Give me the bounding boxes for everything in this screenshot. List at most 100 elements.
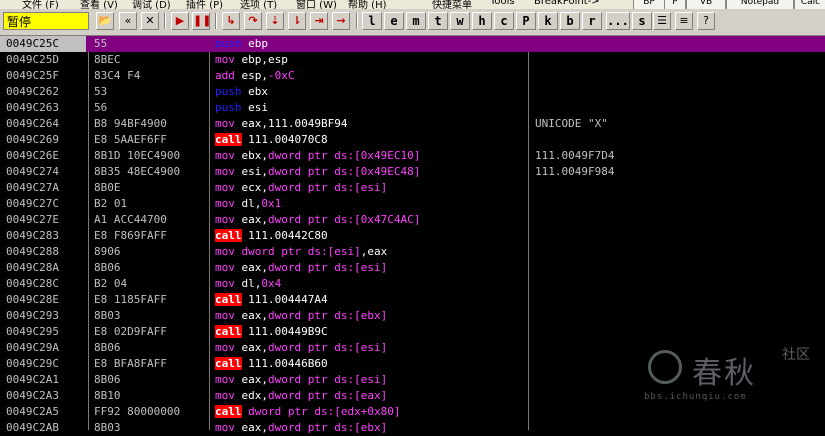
disassembly-row[interactable]: 0049C263 56 push esi bbox=[0, 100, 825, 116]
help-icon[interactable]: ? bbox=[697, 12, 715, 30]
row-address: 0049C2A3 bbox=[6, 389, 59, 402]
watermark-side: 社区 bbox=[782, 347, 810, 363]
window-button-l[interactable]: l bbox=[362, 12, 382, 30]
instruction-operand: dword ptr ds:[esi] bbox=[268, 261, 388, 274]
instruction-operand: eax,111.0049BF94 bbox=[241, 117, 348, 130]
menu-shortcut-button[interactable]: BP bbox=[633, 0, 665, 9]
row-hex-bytes: E8 F869FAFF bbox=[94, 229, 167, 242]
toolbar-separator bbox=[356, 13, 358, 29]
row-hex-bytes: 55 bbox=[94, 37, 108, 50]
row-address: 0049C28C bbox=[6, 277, 59, 290]
step-into-icon[interactable]: ↳ bbox=[222, 12, 240, 30]
row-address: 0049C28A bbox=[6, 261, 59, 274]
open-icon[interactable]: 📂 bbox=[96, 12, 114, 30]
instruction-mnemonic: push bbox=[215, 37, 242, 50]
window-button-h[interactable]: h bbox=[472, 12, 492, 30]
disassembly-row[interactable]: 0049C28E E8 1185FAFF call 111.004447A4 bbox=[0, 292, 825, 308]
disassembly-row[interactable]: 0049C295 E8 02D9FAFF call 111.00449B9C bbox=[0, 324, 825, 340]
row-address: 0049C2AB bbox=[6, 421, 59, 434]
menu-item[interactable]: BreakPoint-> bbox=[534, 0, 600, 7]
menu-item[interactable]: 调试 (D) bbox=[132, 0, 171, 9]
disassembly-row[interactable]: 0049C25D 8BEC mov ebp,esp bbox=[0, 52, 825, 68]
menu-item[interactable]: 文件 (F) bbox=[22, 0, 59, 9]
instruction-operand: dword ptr ds:[esi] bbox=[241, 245, 361, 258]
instruction-operand: ebx bbox=[248, 85, 268, 98]
execute-till-return-icon[interactable]: ⇥ bbox=[310, 12, 328, 30]
disassembly-row[interactable]: 0049C28A 8B06 mov eax,dword ptr ds:[esi] bbox=[0, 260, 825, 276]
menu-shortcut-button[interactable]: VB bbox=[686, 0, 726, 9]
row-disassembly: mov dl,0x4 bbox=[215, 276, 281, 292]
disassembly-row[interactable]: 0049C27C B2 01 mov dl,0x1 bbox=[0, 196, 825, 212]
menu-item[interactable]: 插件 (P) bbox=[186, 0, 223, 9]
disassembly-row[interactable]: 0049C25C 55 push ebp bbox=[0, 36, 825, 52]
row-disassembly: mov eax,dword ptr ds:[esi] bbox=[215, 340, 387, 356]
menu-item[interactable]: Tools bbox=[490, 0, 515, 7]
instruction-operand: ebp bbox=[248, 37, 268, 50]
window-button-more[interactable]: ... bbox=[606, 12, 630, 30]
trace-into-icon[interactable]: ⇣ bbox=[266, 12, 284, 30]
instruction-mnemonic: mov bbox=[215, 213, 235, 226]
window-button-m[interactable]: m bbox=[406, 12, 426, 30]
disassembly-row[interactable]: 0049C2AB 8B03 mov eax,dword ptr ds:[ebx] bbox=[0, 420, 825, 436]
menu-item[interactable]: 窗口 (W) bbox=[296, 0, 337, 9]
window-button-t[interactable]: t bbox=[428, 12, 448, 30]
run-icon[interactable]: ▶ bbox=[171, 12, 189, 30]
watermark-brand: 春秋 bbox=[692, 356, 756, 391]
window-button-s[interactable]: s bbox=[632, 12, 652, 30]
menu-shortcut-button[interactable]: P bbox=[664, 0, 686, 9]
pause-icon[interactable]: ❚❚ bbox=[192, 12, 211, 30]
instruction-mnemonic: call bbox=[215, 133, 242, 146]
disassembly-row[interactable]: 0049C262 53 push ebx bbox=[0, 84, 825, 100]
instruction-mnemonic: call bbox=[215, 357, 242, 370]
window-button-r[interactable]: r bbox=[582, 12, 602, 30]
row-disassembly: mov eax,dword ptr ds:[esi] bbox=[215, 260, 387, 276]
window-button-w[interactable]: w bbox=[450, 12, 470, 30]
row-disassembly: add esp,-0xC bbox=[215, 68, 295, 84]
menu-item[interactable]: 快捷菜单 bbox=[432, 0, 472, 9]
row-hex-bytes: FF92 80000000 bbox=[94, 405, 181, 418]
menu-item[interactable]: 选项 (T) bbox=[240, 0, 277, 9]
instruction-operand: dword ptr ds:[ebx] bbox=[268, 421, 388, 434]
disassembly-row[interactable]: 0049C293 8B03 mov eax,dword ptr ds:[ebx] bbox=[0, 308, 825, 324]
toolbar-separator bbox=[215, 13, 217, 29]
options-icon[interactable]: ☰ bbox=[653, 12, 671, 30]
disassembly-row[interactable]: 0049C269 E8 5AAEF6FF call 111.004070C8 bbox=[0, 132, 825, 148]
instruction-operand: dword ptr ds:[ebx] bbox=[268, 309, 388, 322]
restart-icon[interactable]: « bbox=[119, 12, 137, 30]
disassembly-row[interactable]: 0049C28C B2 04 mov dl,0x4 bbox=[0, 276, 825, 292]
row-address: 0049C27C bbox=[6, 197, 59, 210]
brand-logo-icon bbox=[648, 350, 682, 384]
disassembly-row[interactable]: 0049C27E A1 ACC44700 mov eax,dword ptr ds:… bbox=[0, 212, 825, 228]
window-button-k[interactable]: k bbox=[538, 12, 558, 30]
menu-shortcut-button[interactable]: Calc bbox=[794, 0, 825, 9]
window-button-p[interactable]: P bbox=[516, 12, 536, 30]
disassembly-row[interactable]: 0049C274 8B35 48EC4900 mov esi,dword ptr d… bbox=[0, 164, 825, 180]
menu-item[interactable]: 查看 (V) bbox=[80, 0, 118, 9]
window-button-c[interactable]: c bbox=[494, 12, 514, 30]
window-button-e[interactable]: e bbox=[384, 12, 404, 30]
list-icon[interactable]: ≡ bbox=[675, 12, 693, 30]
instruction-operand: ,eax bbox=[360, 245, 388, 258]
window-button-b[interactable]: b bbox=[560, 12, 580, 30]
menu-bar: 文件 (F) 查看 (V) 调试 (D) 插件 (P) 选项 (T) 窗口 (W) 帮助 (… bbox=[0, 0, 825, 9]
row-address: 0049C283 bbox=[6, 229, 59, 242]
row-disassembly: push esi bbox=[215, 100, 268, 116]
instruction-operand: ebp,esp bbox=[241, 53, 288, 66]
row-disassembly: call dword ptr ds:[edx+0x80] bbox=[215, 404, 400, 420]
menu-shortcut-button[interactable]: Notepad bbox=[726, 0, 794, 9]
row-hex-bytes: 53 bbox=[94, 85, 108, 98]
disassembly-row[interactable]: 0049C27A 8B0E mov ecx,dword ptr ds:[esi] bbox=[0, 180, 825, 196]
disassembly-row[interactable]: 0049C288 8906 mov dword ptr ds:[esi],eax bbox=[0, 244, 825, 260]
disassembly-row[interactable]: 0049C283 E8 F869FAFF call 111.00442C80 bbox=[0, 228, 825, 244]
trace-over-icon[interactable]: ⇂ bbox=[288, 12, 306, 30]
step-over-icon[interactable]: ↷ bbox=[244, 12, 262, 30]
toolbar: 暂停 📂 « ✕ ▶ ❚❚ ↳ ↷ ⇣ ⇂ ⇥ → ☰ ≡ ? lemtwhcP… bbox=[0, 9, 825, 36]
close-icon[interactable]: ✕ bbox=[141, 12, 159, 30]
row-address: 0049C262 bbox=[6, 85, 59, 98]
disassembly-row[interactable]: 0049C25F 83C4 F4 add esp,-0xC bbox=[0, 68, 825, 84]
go-to-icon[interactable]: → bbox=[332, 12, 350, 30]
disassembly-row[interactable]: 0049C264 B8 94BF4900 mov eax,111.0049BF94 U… bbox=[0, 116, 825, 132]
disassembly-row[interactable]: 0049C26E 8B1D 10EC4900 mov ebx,dword ptr d… bbox=[0, 148, 825, 164]
menu-item[interactable]: 帮助 (H) bbox=[348, 0, 387, 9]
instruction-mnemonic: mov bbox=[215, 341, 235, 354]
